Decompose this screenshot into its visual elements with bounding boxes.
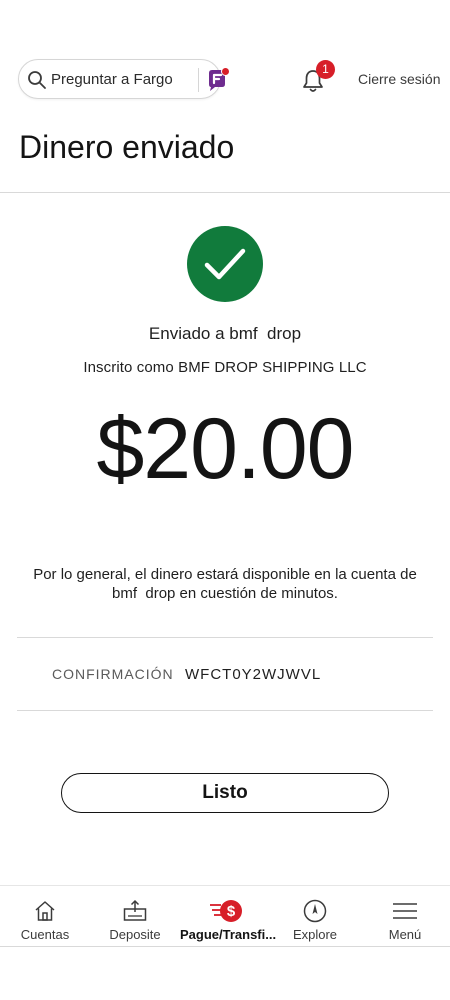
menu-icon (393, 903, 417, 919)
nav-label-pay-transfer: Pague/Transfi... (180, 927, 277, 942)
confirmation-divider-top (17, 637, 433, 638)
deposit-icon (123, 899, 147, 921)
nav-item-deposit[interactable]: Deposite (90, 886, 180, 948)
search-divider (198, 68, 199, 92)
home-icon (35, 901, 55, 921)
search-icon (28, 71, 46, 89)
fargo-assistant-icon[interactable] (205, 67, 231, 93)
nav-label-explore: Explore (292, 927, 338, 942)
recipient-text: Enviado a bmf drop (148, 324, 302, 343)
top-bar: Preguntar a Fargo 1 Cierre sesión (0, 0, 450, 120)
amount-sent: $20.00 (96, 401, 354, 497)
pay-transfer-icon: $ (210, 900, 242, 922)
bottom-navigation: Cuentas Deposite $ Pague/Transfi... Expl… (0, 885, 450, 947)
nav-label-deposit: Deposite (109, 927, 161, 942)
success-check-icon (187, 226, 263, 302)
ask-fargo-search[interactable]: Preguntar a Fargo (18, 59, 230, 99)
nav-item-explore[interactable]: Explore (270, 886, 360, 948)
nav-item-pay-transfer[interactable]: $ Pague/Transfi... (180, 886, 277, 948)
page-title: Dinero enviado (19, 129, 235, 165)
compass-icon (303, 899, 327, 923)
nav-label-menu: Menú (388, 927, 422, 942)
notification-badge: 1 (316, 60, 335, 79)
enrolled-name-text: Inscrito como BMF DROP SHIPPING LLC (83, 359, 367, 376)
notifications-button[interactable]: 1 (299, 60, 339, 96)
signout-link[interactable]: Cierre sesión (358, 71, 440, 87)
availability-notice: Por lo general, el dinero estará disponi… (33, 566, 421, 602)
nav-label-accounts: Cuentas (20, 927, 70, 942)
confirmation-label: CONFIRMACIÓN (52, 666, 174, 682)
nav-item-accounts[interactable]: Cuentas (0, 886, 90, 948)
search-label: Preguntar a Fargo (51, 71, 173, 88)
header-divider (0, 192, 450, 193)
nav-item-menu[interactable]: Menú (360, 886, 450, 948)
svg-text:$: $ (227, 903, 236, 920)
confirmation-divider-bottom (17, 710, 433, 711)
done-button[interactable]: Listo (61, 773, 389, 813)
confirmation-number: WFCT0Y2WJWVL (185, 666, 322, 683)
